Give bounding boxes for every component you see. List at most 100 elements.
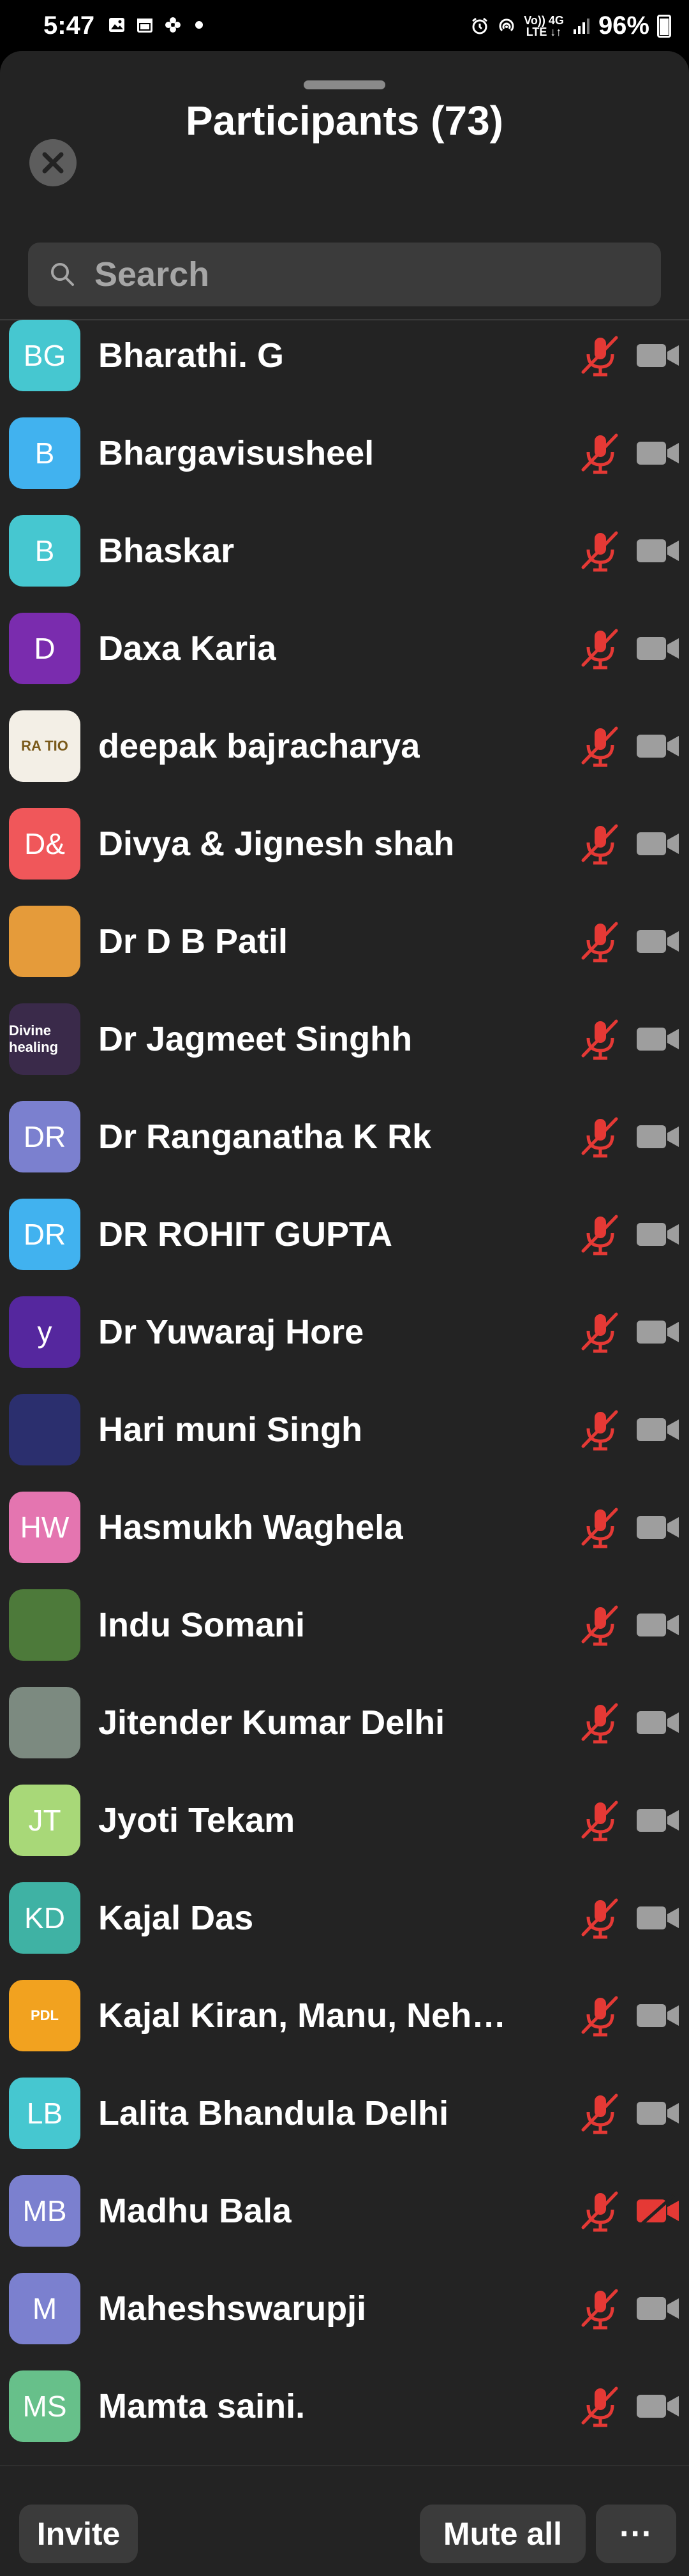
camera-off-icon[interactable] (635, 437, 681, 470)
participant-name: Jyoti Tekam (98, 1801, 295, 1839)
camera-off-icon[interactable] (635, 2194, 681, 2228)
participant-row[interactable]: D& Divya & Jignesh shah (0, 795, 689, 892)
gallery-icon (109, 18, 124, 32)
mic-muted-icon[interactable] (577, 918, 623, 964)
camera-off-icon[interactable] (635, 1120, 681, 1153)
participant-name: Daxa Karia (98, 629, 277, 668)
notification-dot-icon (195, 21, 203, 29)
mic-muted-icon[interactable] (577, 1797, 623, 1843)
camera-off-icon[interactable] (635, 1022, 681, 1056)
mic-muted-icon[interactable] (577, 1211, 623, 1257)
mic-muted-icon[interactable] (577, 1993, 623, 2039)
mic-muted-icon[interactable] (577, 430, 623, 476)
mic-muted-icon[interactable] (577, 2090, 623, 2136)
more-options-button[interactable]: ··· (596, 2505, 676, 2563)
battery-percent: 96% (598, 11, 649, 40)
participant-row[interactable]: HW Hasmukh Waghela (0, 1478, 689, 1576)
camera-off-icon[interactable] (635, 339, 681, 372)
search-input[interactable] (93, 254, 644, 295)
avatar: DR (9, 1198, 80, 1270)
mic-muted-icon[interactable] (577, 1114, 623, 1160)
mic-muted-icon[interactable] (577, 2286, 623, 2332)
avatar: RA TIO (9, 710, 80, 782)
notification-icons (107, 15, 203, 34)
network-type-top: Vo)) 4G (524, 13, 564, 27)
participant-row[interactable]: DR Dr Ranganatha K Rk (0, 1088, 689, 1185)
mic-muted-icon[interactable] (577, 821, 623, 867)
mic-muted-icon[interactable] (577, 1504, 623, 1550)
page-title: Participants (73) (186, 98, 503, 144)
avatar (9, 1589, 80, 1661)
avatar: M (9, 2272, 80, 2344)
invite-button[interactable]: Invite (19, 2505, 138, 2563)
camera-off-icon[interactable] (635, 2390, 681, 2423)
participant-row[interactable]: MB Madhu Bala (0, 2162, 689, 2259)
participant-row[interactable]: RA TIO deepak bajracharya (0, 697, 689, 795)
participant-row[interactable]: M Maheshswarupji (0, 2259, 689, 2357)
mic-muted-icon[interactable] (577, 1700, 623, 1746)
camera-off-icon[interactable] (635, 1999, 681, 2032)
camera-off-icon[interactable] (635, 2292, 681, 2325)
participant-row[interactable]: Dr D B Patil (0, 892, 689, 990)
drag-handle[interactable] (304, 80, 385, 89)
status-right: Vo)) 4G LTE ↓↑ 96% (470, 11, 671, 40)
camera-off-icon[interactable] (635, 632, 681, 665)
camera-off-icon[interactable] (635, 1804, 681, 1837)
avatar: MS (9, 2370, 80, 2442)
participant-row[interactable]: Divine healing Dr Jagmeet Singhh (0, 990, 689, 1088)
participant-name: Dr Ranganatha K Rk (98, 1117, 432, 1156)
participant-row[interactable]: BG Bharathi. G (0, 306, 689, 404)
camera-off-icon[interactable] (635, 534, 681, 567)
mic-muted-icon[interactable] (577, 528, 623, 574)
camera-off-icon[interactable] (635, 827, 681, 860)
participant-row[interactable]: B Bhaskar (0, 502, 689, 599)
mic-muted-icon[interactable] (577, 723, 623, 769)
participant-row[interactable]: MS Mamta saini. (0, 2357, 689, 2455)
camera-off-icon[interactable] (635, 1218, 681, 1251)
participant-row[interactable]: D Daxa Karia (0, 599, 689, 697)
mic-muted-icon[interactable] (577, 1602, 623, 1648)
mic-muted-icon[interactable] (577, 1895, 623, 1941)
participant-row[interactable]: JT Jyoti Tekam (0, 1771, 689, 1869)
search-box[interactable] (28, 243, 661, 306)
participant-row[interactable]: Jitender Kumar Delhi (0, 1674, 689, 1771)
camera-off-icon[interactable] (635, 1511, 681, 1544)
camera-off-icon[interactable] (635, 1608, 681, 1642)
camera-off-icon[interactable] (635, 925, 681, 958)
camera-off-icon[interactable] (635, 1706, 681, 1739)
avatar: MB (9, 2175, 80, 2247)
participant-list: BG Bharathi. G B Bhargavisusheel B Bhaskar D Da… (0, 306, 689, 2455)
mic-muted-icon[interactable] (577, 625, 623, 671)
avatar: D& (9, 807, 80, 880)
participant-row[interactable]: Hari muni Singh (0, 1381, 689, 1478)
avatar: DR (9, 1100, 80, 1172)
mic-muted-icon[interactable] (577, 1016, 623, 1062)
mute-all-button[interactable]: Mute all (420, 2505, 586, 2563)
close-button[interactable] (29, 139, 77, 186)
camera-off-icon[interactable] (635, 1413, 681, 1446)
camera-off-icon[interactable] (635, 730, 681, 763)
camera-off-icon[interactable] (635, 2097, 681, 2130)
participant-row[interactable]: B Bhargavisusheel (0, 404, 689, 502)
mic-muted-icon[interactable] (577, 1309, 623, 1355)
participant-row[interactable]: LB Lalita Bhandula Delhi (0, 2064, 689, 2162)
camera-off-icon[interactable] (635, 1901, 681, 1935)
participant-name: Divya & Jignesh shah (98, 824, 455, 863)
mic-muted-icon[interactable] (577, 2383, 623, 2429)
participant-name: Indu Somani (98, 1605, 305, 1644)
participant-row[interactable]: DR DR ROHIT GUPTA (0, 1185, 689, 1283)
participant-row[interactable]: y Dr Yuwaraj Hore (0, 1283, 689, 1381)
mic-muted-icon[interactable] (577, 2188, 623, 2234)
avatar: JT (9, 1784, 80, 1856)
mic-muted-icon[interactable] (577, 333, 623, 378)
mic-muted-icon[interactable] (577, 1407, 623, 1453)
participant-row[interactable]: KD Kajal Das (0, 1869, 689, 1966)
participant-row[interactable]: Indu Somani (0, 1576, 689, 1674)
participant-row[interactable]: PDL Kajal Kiran, Manu, Neha... (0, 1966, 689, 2064)
avatar: B (9, 514, 80, 587)
avatar: HW (9, 1491, 80, 1563)
battery-icon (657, 14, 671, 38)
camera-off-icon[interactable] (635, 1315, 681, 1349)
participant-name: Bhargavisusheel (98, 433, 374, 472)
calendar-icon (137, 19, 152, 33)
